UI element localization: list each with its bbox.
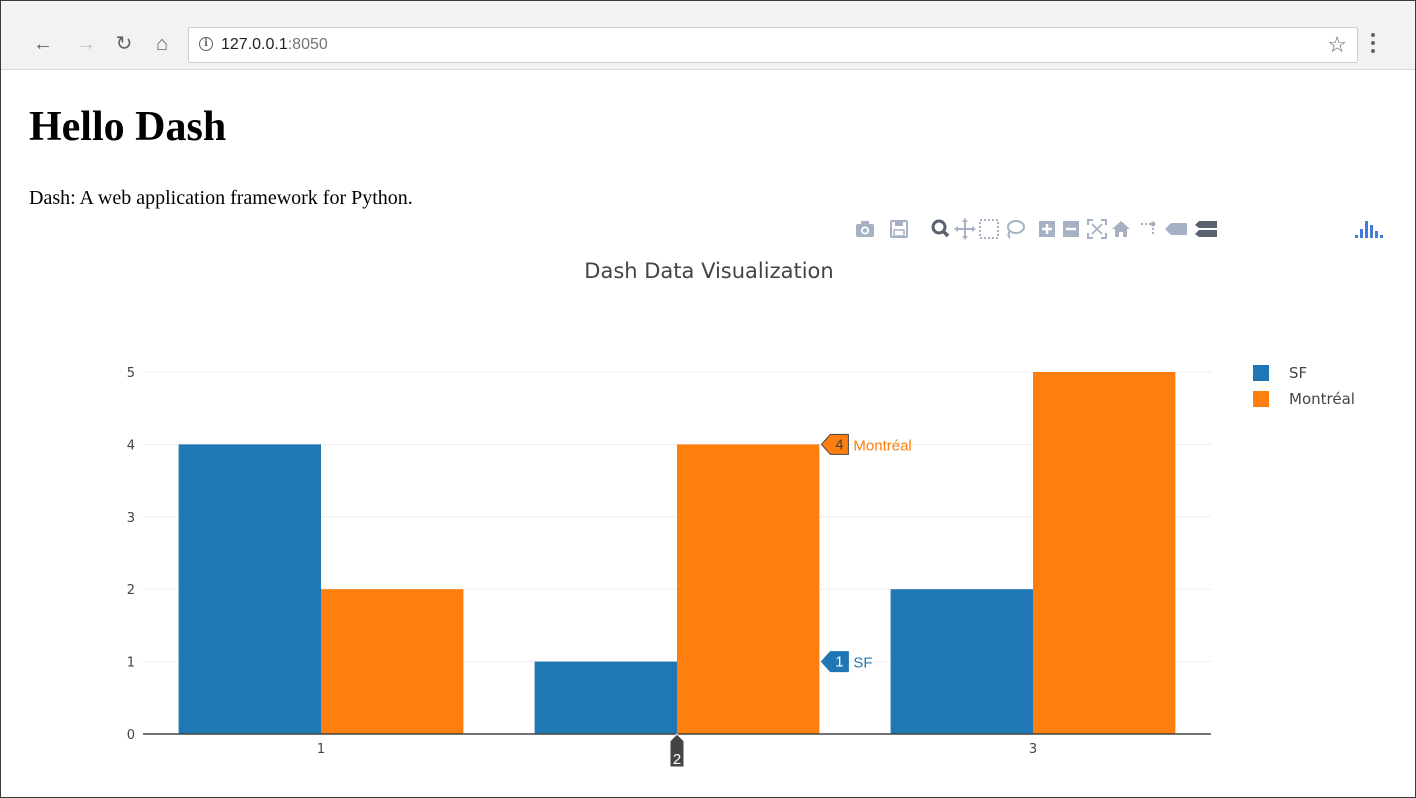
y-tick-label: 3 xyxy=(127,511,135,526)
y-tick-label: 1 xyxy=(127,656,135,671)
bar-montreal[interactable] xyxy=(321,589,464,734)
legend-label[interactable]: SF xyxy=(1289,364,1307,382)
hover-value: 1 xyxy=(835,654,843,671)
y-tick-label: 2 xyxy=(127,583,135,598)
y-tick-label: 0 xyxy=(127,728,135,743)
y-tick-label: 4 xyxy=(127,438,135,453)
hover-series-name: SF xyxy=(853,655,872,672)
hover-series-name: Montréal xyxy=(853,437,911,454)
bar-sf[interactable] xyxy=(890,589,1033,734)
hover-x-label: 2 xyxy=(673,751,681,768)
bar-montreal[interactable] xyxy=(677,444,820,734)
legend-swatch[interactable] xyxy=(1253,391,1269,407)
bar-sf[interactable] xyxy=(534,661,677,734)
bar-chart[interactable]: 0 1 2 3 4 5 1 3 2 1 SF 4 Montréal SF Montréal xyxy=(1,1,1415,797)
bar-montreal[interactable] xyxy=(1033,372,1176,734)
legend-swatch[interactable] xyxy=(1253,365,1269,381)
x-tick-label: 3 xyxy=(1029,742,1037,757)
hover-value: 4 xyxy=(835,436,843,453)
legend-label[interactable]: Montréal xyxy=(1289,390,1355,408)
bar-sf[interactable] xyxy=(178,444,321,734)
y-tick-label: 5 xyxy=(127,366,135,381)
browser-window: ← → ↻ ⌂ i 127.0.0.1:8050 ☆ Hello Dash Da… xyxy=(0,0,1416,798)
x-tick-label: 1 xyxy=(317,742,325,757)
